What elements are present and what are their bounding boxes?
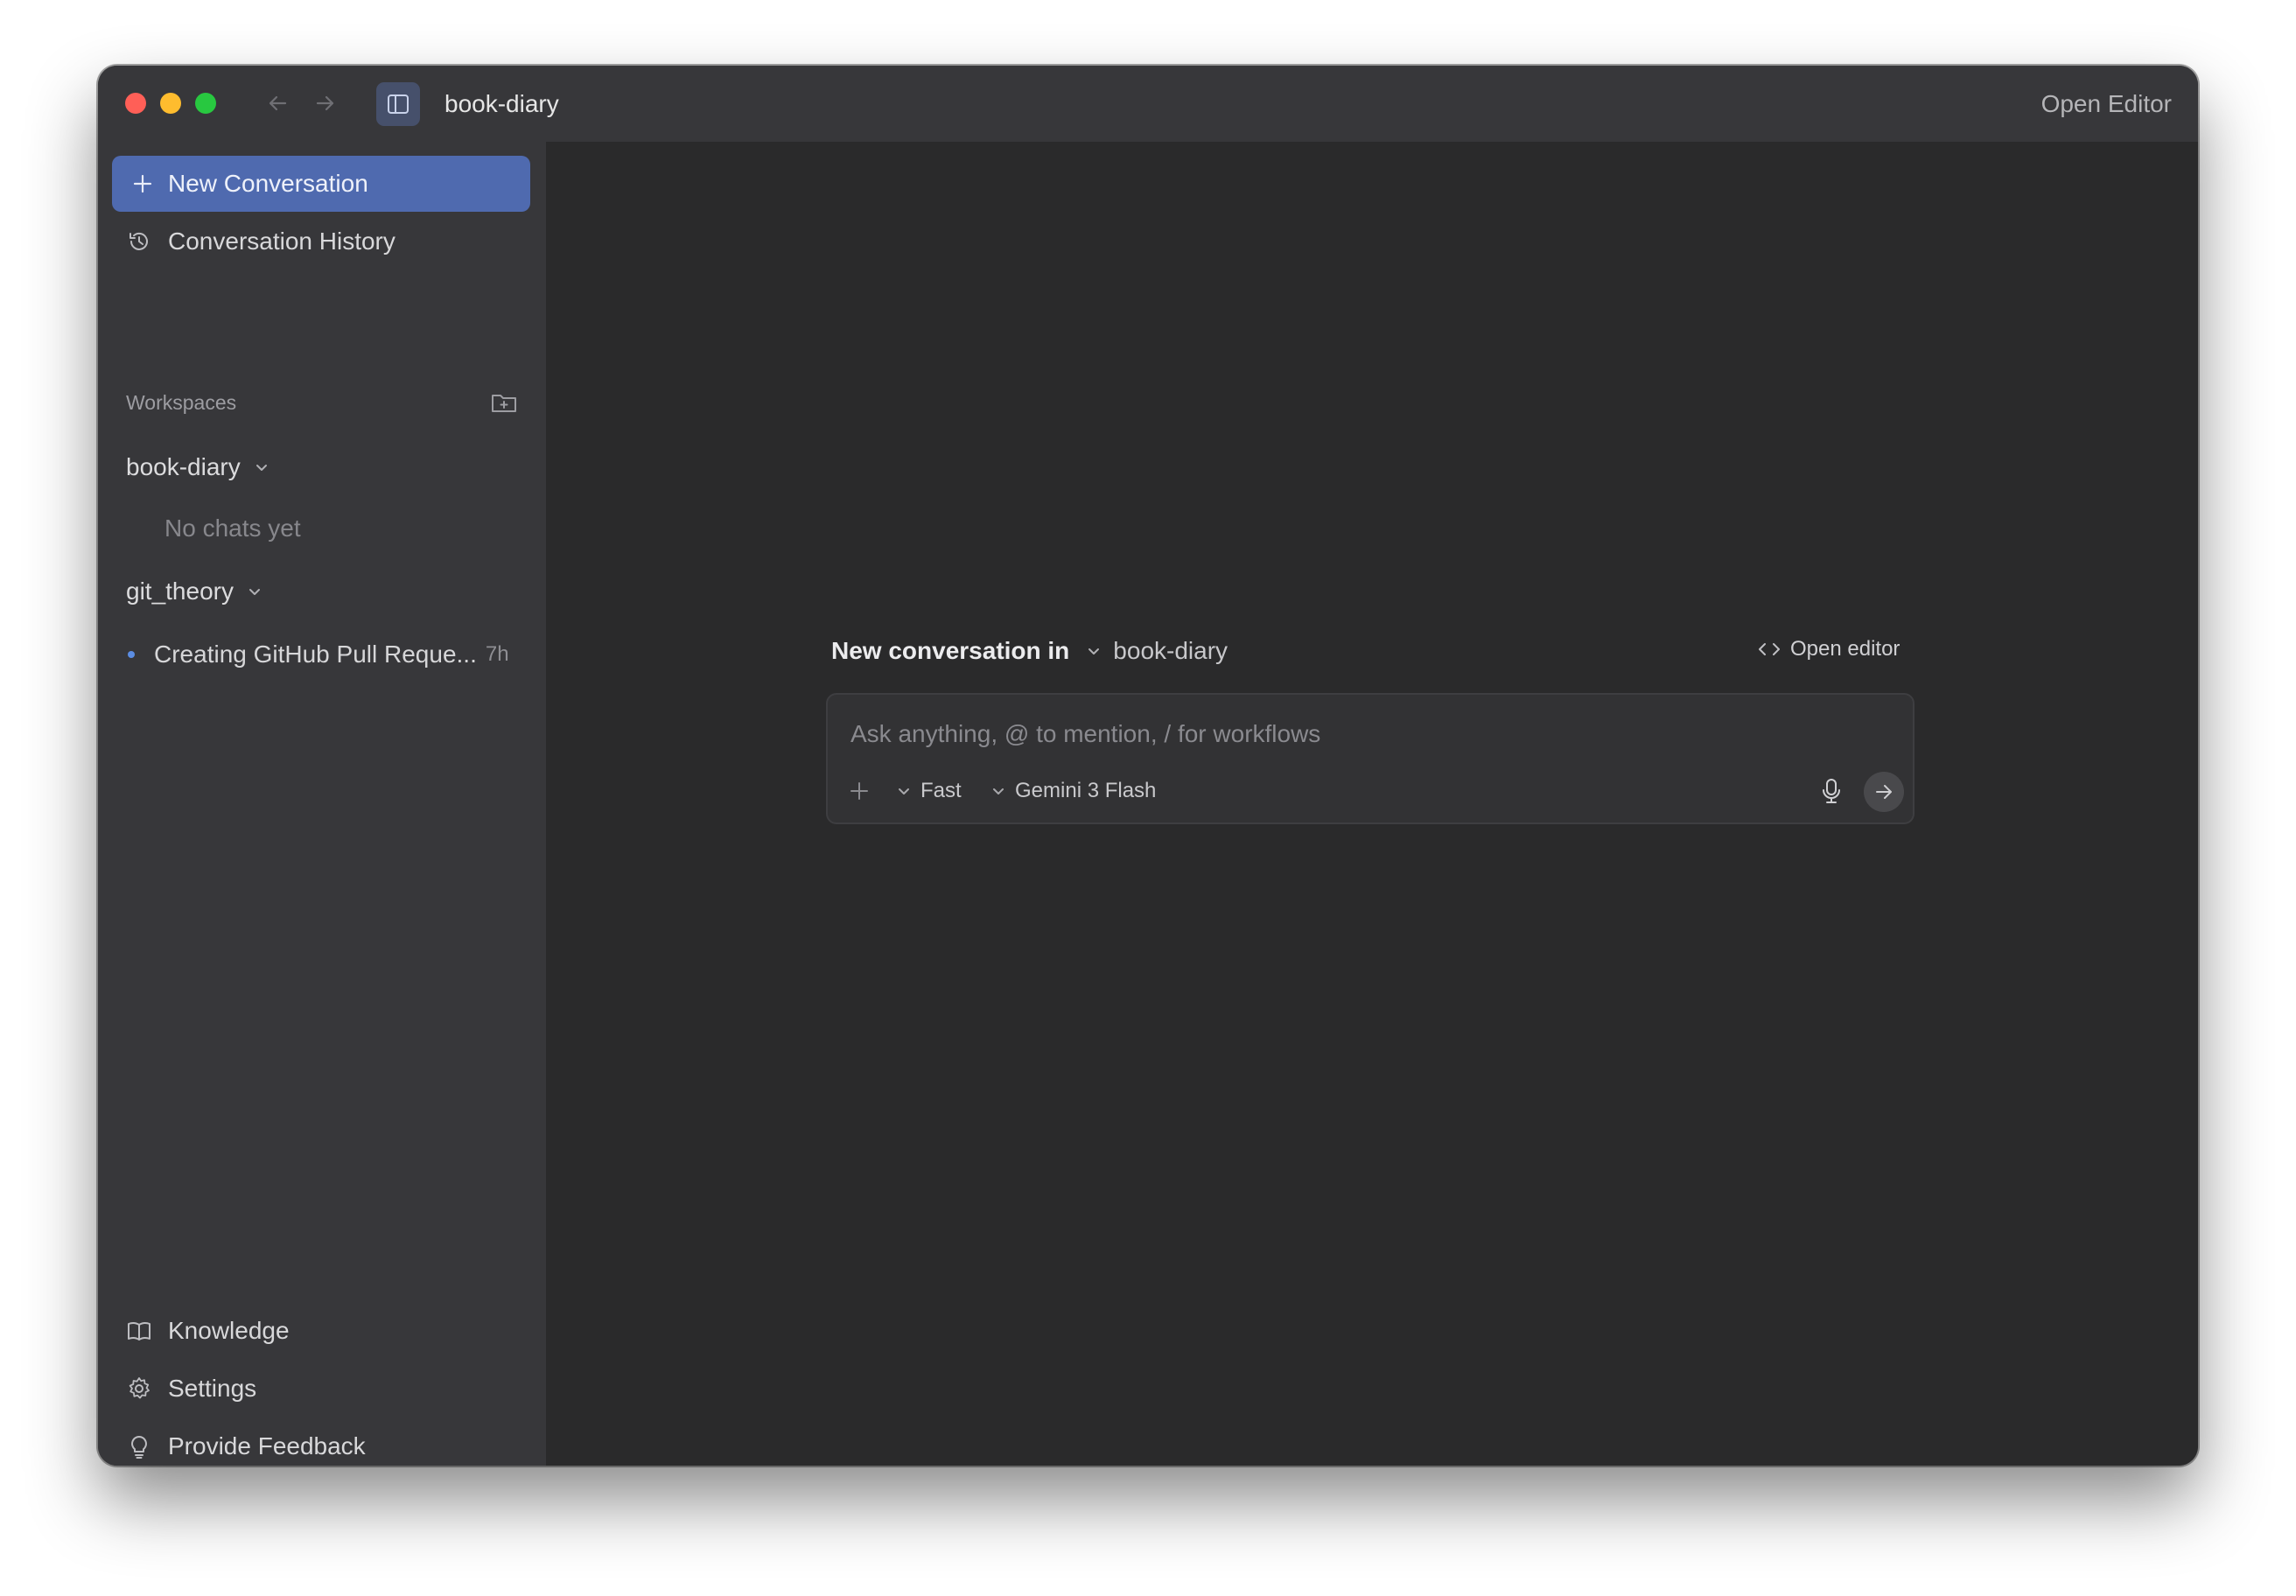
main-panel: New conversation in book-diary Open edit…: [546, 142, 2198, 1466]
workspace-selector[interactable]: book-diary: [1113, 637, 1228, 665]
settings-link[interactable]: Settings: [126, 1375, 256, 1403]
title-bar: book-diary Open Editor: [98, 66, 2198, 142]
new-conversation-button[interactable]: New Conversation: [112, 156, 530, 212]
plus-icon[interactable]: [849, 780, 870, 802]
lightbulb-icon: [131, 1436, 147, 1459]
open-editor-label: Open editor: [1790, 637, 1900, 661]
sidebar: New Conversation Conversation History Wo…: [98, 142, 546, 1466]
chat-list-item[interactable]: Creating GitHub Pull Reque... 7h: [128, 637, 530, 672]
workspaces-section-label: Workspaces: [126, 391, 237, 414]
model-dropdown[interactable]: Gemini 3 Flash: [990, 779, 1156, 803]
mode-label: Fast: [920, 779, 962, 802]
knowledge-label: Knowledge: [168, 1317, 290, 1344]
conversation-header-lead: New conversation in: [831, 637, 1070, 664]
provide-feedback-link[interactable]: Provide Feedback: [126, 1432, 366, 1460]
code-icon: [1759, 643, 1780, 655]
workspace-git-theory[interactable]: git_theory: [126, 578, 263, 606]
close-window-button[interactable]: [125, 93, 146, 114]
mode-dropdown[interactable]: Fast: [896, 779, 962, 803]
zoom-window-button[interactable]: [195, 93, 216, 114]
sidebar-panel-icon: [388, 94, 409, 114]
folder-plus-icon[interactable]: [490, 389, 518, 416]
history-icon: [130, 232, 148, 250]
provide-feedback-label: Provide Feedback: [168, 1432, 366, 1460]
book-icon: [128, 1321, 150, 1340]
chat-title: Creating GitHub Pull Reque...: [154, 640, 477, 668]
send-button[interactable]: [1864, 772, 1904, 812]
back-arrow-icon[interactable]: [262, 88, 292, 118]
model-label: Gemini 3 Flash: [1015, 779, 1157, 802]
conversation-header: New conversation in book-diary: [831, 637, 1228, 665]
new-conversation-label: New Conversation: [168, 170, 368, 197]
window-title: book-diary: [444, 90, 559, 117]
chevron-down-icon: [256, 465, 267, 471]
message-composer: Fast Gemini 3 Flash: [826, 693, 1914, 824]
minimize-window-button[interactable]: [160, 93, 181, 114]
chevron-down-icon[interactable]: [1085, 642, 1102, 660]
message-input[interactable]: [849, 716, 1858, 752]
arrow-right-icon: [1876, 785, 1892, 799]
gear-icon: [129, 1377, 150, 1399]
workspace-name: git_theory: [126, 578, 234, 605]
open-editor-button[interactable]: Open Editor: [2041, 86, 2172, 122]
app-window: book-diary Open Editor New Conversation …: [98, 66, 2198, 1466]
open-editor-link[interactable]: Open editor: [1757, 637, 1900, 662]
microphone-icon[interactable]: [1818, 777, 1844, 805]
knowledge-link[interactable]: Knowledge: [126, 1317, 290, 1345]
forward-arrow-icon[interactable]: [311, 88, 340, 118]
sidebar-toggle-button[interactable]: [376, 82, 420, 126]
chevron-down-icon: [993, 788, 1004, 794]
active-dot-icon: [128, 651, 135, 658]
chevron-down-icon: [248, 589, 260, 595]
conversation-history-label: Conversation History: [168, 228, 396, 255]
workspace-name: book-diary: [126, 453, 241, 480]
chat-timestamp: 7h: [485, 642, 509, 666]
workspace-book-diary[interactable]: book-diary: [126, 453, 270, 481]
empty-chats-text: No chats yet: [164, 514, 301, 542]
plus-icon: [133, 174, 152, 193]
conversation-history-link[interactable]: Conversation History: [126, 228, 396, 256]
chevron-down-icon: [899, 788, 909, 794]
settings-label: Settings: [168, 1375, 257, 1402]
